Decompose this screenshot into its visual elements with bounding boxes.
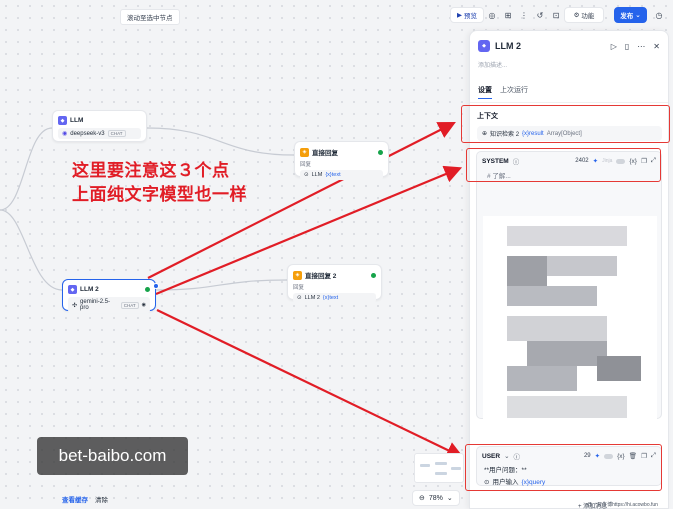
llm-icon: ◆ bbox=[68, 285, 77, 294]
highlight-system bbox=[466, 148, 661, 182]
wire-llm-answer bbox=[146, 127, 295, 156]
deepseek-icon: ◉ bbox=[62, 131, 68, 137]
node-answer[interactable]: ◈ 直接回复 回复 ⊙ LLM {x}text bbox=[294, 141, 389, 180]
add-next-node-port[interactable] bbox=[153, 283, 159, 289]
close-icon[interactable]: ✕ bbox=[653, 42, 660, 51]
credit-watermark: @一只牛博https://hi.acowbo.fun bbox=[587, 502, 658, 508]
description-input[interactable]: 添加描述... bbox=[470, 52, 668, 69]
llm-icon: ◆ bbox=[478, 40, 490, 52]
answer-var-chip: ⊙ LLM 2 {x}text bbox=[293, 293, 376, 303]
features-button[interactable]: ⚙ 功能 bbox=[564, 7, 604, 23]
clock-history-icon[interactable]: ◷ bbox=[651, 7, 667, 23]
restore-icon[interactable]: ↺ bbox=[532, 7, 548, 23]
conversation-var-icon[interactable]: ⊡ bbox=[548, 7, 564, 23]
panel-tabs: 设置 上次运行 bbox=[470, 69, 668, 103]
node-llm[interactable]: ◆ LLM ◉ deepseek-v3 CHAT bbox=[52, 110, 147, 142]
highlight-context bbox=[461, 105, 670, 143]
zoom-control[interactable]: ⊖ 78% ⌄ bbox=[412, 490, 460, 506]
cache-bar: 查看缓存 清除 bbox=[62, 494, 108, 504]
features-icon: ⚙ bbox=[573, 12, 580, 19]
annotation-line-1: 这里要注意这３个点 bbox=[72, 161, 230, 181]
preview-button[interactable]: ▶ 预览 bbox=[450, 7, 484, 23]
answer-var-chip: ⊙ LLM {x}text bbox=[300, 170, 383, 180]
vision-icon: ◉ bbox=[141, 302, 146, 308]
chevron-down-icon: ⌄ bbox=[635, 12, 641, 19]
highlight-user bbox=[465, 444, 662, 491]
more-icon[interactable]: ⋯ bbox=[637, 42, 645, 51]
env-icon[interactable]: ⋮ bbox=[516, 7, 532, 23]
success-status-icon bbox=[145, 287, 150, 292]
success-status-icon bbox=[371, 272, 376, 278]
watermark: bet-baibo.com bbox=[37, 437, 188, 475]
help-book-icon[interactable]: ▯ bbox=[625, 42, 629, 51]
answer-icon: ◈ bbox=[293, 270, 302, 280]
history-checklist-icon[interactable]: ◎ bbox=[484, 7, 500, 23]
publish-button[interactable]: 发布 ⌄ bbox=[614, 7, 647, 23]
llm-icon: ◆ bbox=[58, 116, 67, 125]
node-answer-2[interactable]: ◈ 直接回复 2 回复 ⊙ LLM 2 {x}text bbox=[287, 264, 382, 303]
run-node-icon[interactable]: ▷ bbox=[611, 42, 617, 51]
annotation-line-2: 上面纯文字模型也一样 bbox=[72, 185, 247, 205]
model-chip: ◉ deepseek-v3 CHAT bbox=[58, 128, 141, 139]
system-prompt-box: SYSTEM ⓘ 2402 ✦ Jinja {x} ❐ ⤢ # 了解... bbox=[476, 151, 662, 442]
view-cache-link[interactable]: 查看缓存 bbox=[62, 494, 88, 504]
model-chip: ✣ gemini-2.5-pro CHAT ◉ bbox=[68, 297, 150, 313]
tab-last-run[interactable]: 上次运行 bbox=[500, 85, 528, 102]
answer-icon: ◈ bbox=[300, 147, 309, 157]
arrow-to-user bbox=[156, 309, 464, 459]
gemini-icon: ✣ bbox=[72, 302, 78, 309]
wire-start-llm2 bbox=[0, 209, 63, 291]
node-settings-panel: ◆ LLM 2 ▷ ▯ ⋯ ✕ 添加描述... 设置 上次运行 上下文 ⊕ 知识… bbox=[469, 30, 669, 509]
tab-settings[interactable]: 设置 bbox=[478, 85, 492, 99]
scroll-to-selected-node-hint[interactable]: 滚动至选中节点 bbox=[120, 9, 180, 25]
node-llm2[interactable]: ◆ LLM 2 ✣ gemini-2.5-pro CHAT ◉ bbox=[62, 279, 156, 313]
success-status-icon bbox=[378, 149, 383, 155]
play-icon: ▶ bbox=[457, 12, 462, 19]
llm-ref-icon: ⊙ bbox=[297, 295, 302, 301]
llm-ref-icon: ⊙ bbox=[304, 172, 309, 178]
minimap[interactable] bbox=[414, 453, 464, 483]
chevron-down-icon: ⌄ bbox=[446, 495, 453, 502]
variables-icon[interactable]: ⊞ bbox=[500, 7, 516, 23]
system-prompt-blurred bbox=[483, 216, 657, 442]
top-toolbar: ▶ 预览 ◎ ⊞ ⋮ ↺ ⊡ ⚙ 功能 bbox=[450, 7, 604, 23]
clear-link[interactable]: 清除 bbox=[95, 494, 108, 504]
zoom-out-icon[interactable]: ⊖ bbox=[419, 494, 425, 502]
wire-start-llm bbox=[0, 127, 53, 211]
